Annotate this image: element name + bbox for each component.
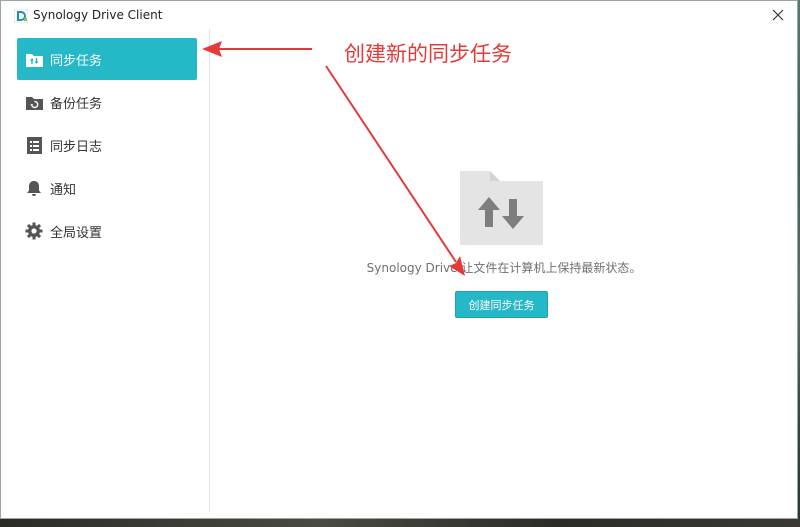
sync-folder-icon [25, 50, 43, 68]
sidebar-item-label: 备份任务 [50, 96, 103, 112]
close-button[interactable] [767, 5, 789, 25]
sidebar-item-sync-tasks[interactable]: 同步任务 [17, 38, 197, 80]
sidebar-item-notifications[interactable]: 通知 [17, 167, 197, 209]
log-list-icon [25, 136, 43, 154]
gear-icon [25, 222, 43, 240]
backup-folder-icon [25, 93, 43, 111]
sidebar-item-backup-tasks[interactable]: 备份任务 [17, 81, 197, 123]
window-title: Synology Drive Client [33, 8, 163, 22]
sidebar-item-label: 同步任务 [50, 53, 103, 69]
app-window: Synology Drive Client 同步任务 备份任务 同步日志 通知 … [0, 0, 798, 519]
bell-icon [25, 179, 43, 197]
title-bar[interactable]: Synology Drive Client [1, 1, 797, 29]
sidebar-item-label: 通知 [50, 182, 77, 198]
sidebar-item-label: 全局设置 [50, 225, 103, 241]
sidebar-item-global-settings[interactable]: 全局设置 [17, 210, 197, 252]
sidebar-item-label: 同步日志 [50, 139, 103, 155]
desktop-background-strip [0, 519, 800, 527]
create-sync-task-button[interactable]: 创建同步任务 [455, 291, 548, 318]
main-panel: Synology Drive 让文件在计算机上保持最新状态。 创建同步任务 [211, 29, 797, 518]
sidebar-item-sync-log[interactable]: 同步日志 [17, 124, 197, 166]
empty-state-message: Synology Drive 让文件在计算机上保持最新状态。 [366, 261, 642, 275]
sidebar: 同步任务 备份任务 同步日志 通知 全局设置 [1, 29, 210, 512]
close-icon [772, 9, 784, 21]
synology-drive-logo-icon [13, 8, 29, 24]
annotation-label: 创建新的同步任务 [344, 42, 512, 66]
sync-arrows-folder-icon [460, 171, 543, 245]
